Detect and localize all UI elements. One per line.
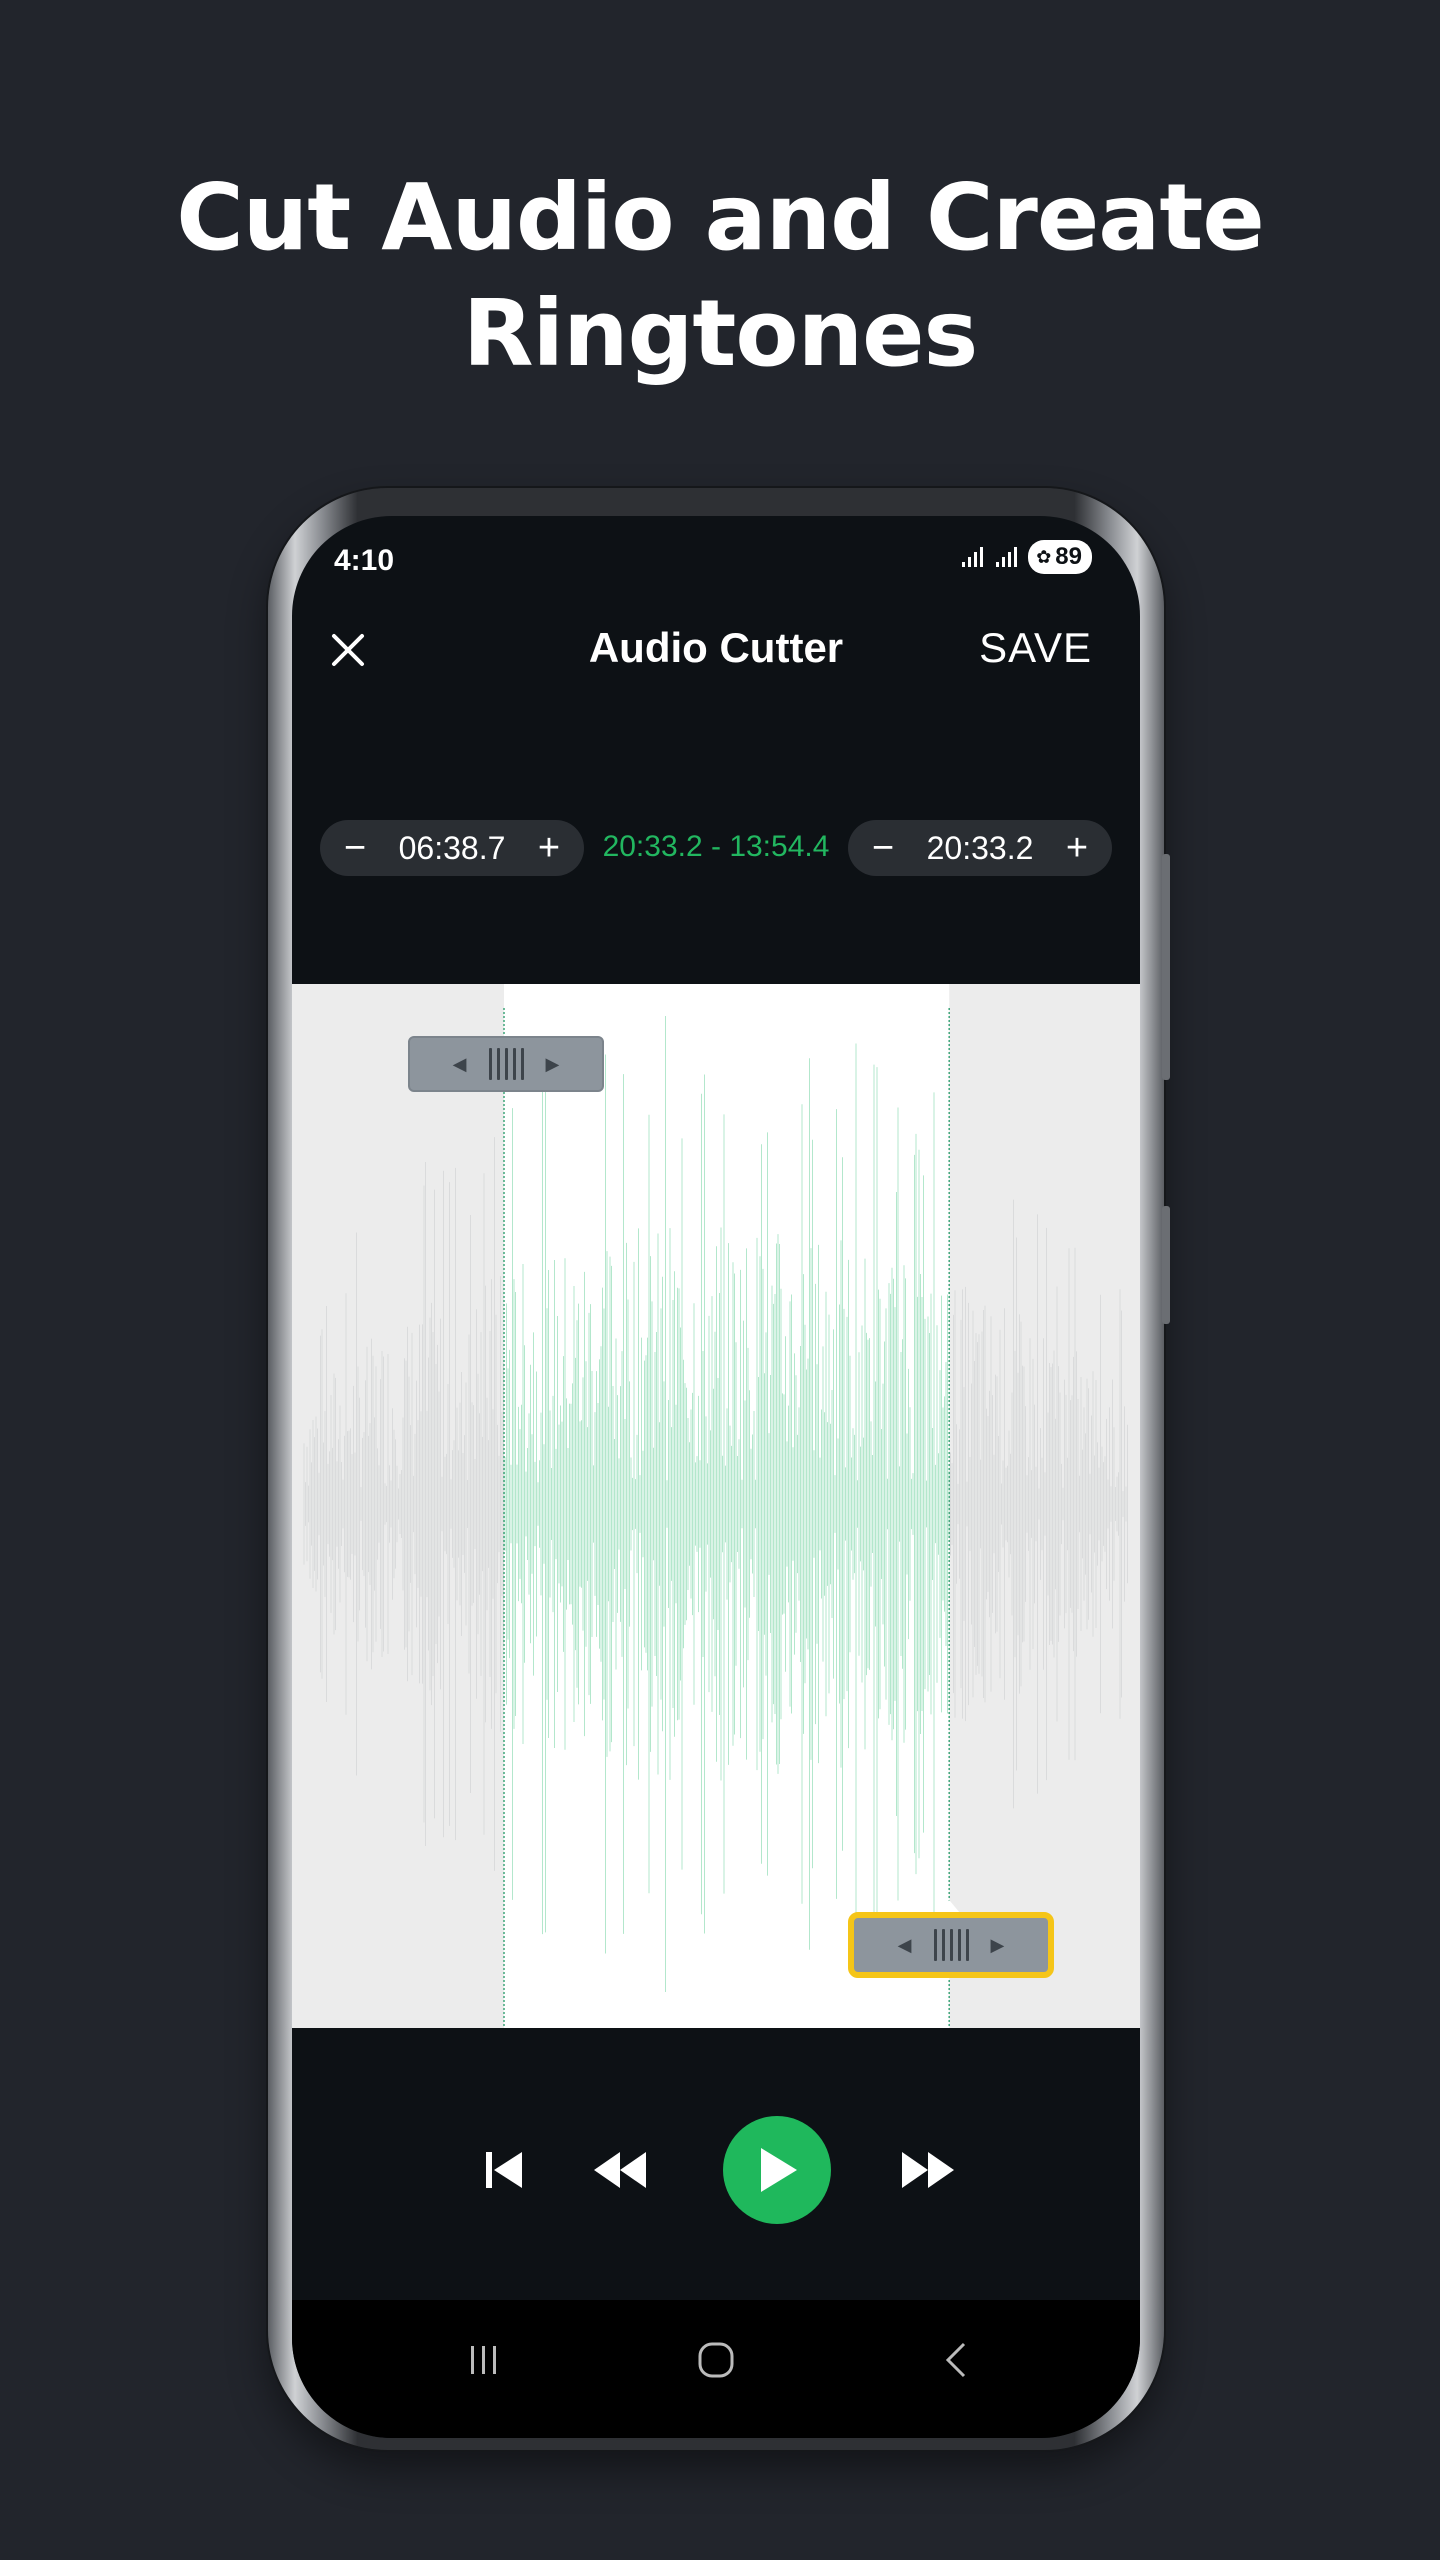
play-icon	[761, 2148, 797, 2192]
start-trim-handle[interactable]: ◀ ▶	[408, 1036, 604, 1092]
skip-to-start-icon	[486, 2152, 522, 2188]
battery-level: 89	[1055, 543, 1082, 570]
waveform	[292, 984, 1140, 2028]
chevron-right-icon: ▶	[545, 1053, 560, 1074]
grip-icon	[933, 1929, 969, 1961]
grip-icon	[488, 1048, 524, 1080]
headline: Cut Audio and Create Ringtones	[0, 160, 1440, 392]
fast-forward-button[interactable]	[896, 2142, 960, 2198]
recent-apps-icon	[471, 2346, 496, 2374]
start-time-control: − 06:38.7 +	[320, 820, 584, 876]
end-increment-button[interactable]: +	[1062, 829, 1092, 867]
playback-controls	[292, 2116, 1140, 2226]
end-time-control: − 20:33.2 +	[848, 820, 1112, 876]
end-trim-handle[interactable]: ◀ ▶	[848, 1912, 1054, 1978]
status-icons: ✿ 89	[960, 540, 1092, 574]
start-time-value[interactable]: 06:38.7	[399, 830, 506, 867]
signal-icon	[996, 547, 1018, 567]
system-navigation-bar	[292, 2300, 1140, 2438]
home-button[interactable]	[686, 2330, 746, 2390]
chevron-left-icon: ◀	[897, 1934, 912, 1955]
end-time-value[interactable]: 20:33.2	[927, 830, 1034, 867]
volume-button	[1162, 854, 1170, 1080]
rewind-icon	[594, 2152, 646, 2188]
end-decrement-button[interactable]: −	[868, 829, 898, 867]
waveform-editor[interactable]: ◀ ▶ ◀ ▶	[292, 984, 1140, 2028]
recent-apps-button[interactable]	[454, 2330, 514, 2390]
skip-to-start-button[interactable]	[476, 2142, 532, 2198]
chevron-left-icon: ◀	[452, 1053, 467, 1074]
home-icon	[698, 2342, 734, 2378]
selection-range: 20:33.2 - 13:54.4	[602, 830, 830, 863]
headline-line-1: Cut Audio and Create	[176, 164, 1265, 271]
back-button[interactable]	[926, 2330, 986, 2390]
save-button[interactable]: SAVE	[979, 624, 1092, 672]
status-time: 4:10	[334, 544, 395, 577]
start-decrement-button[interactable]: −	[340, 829, 370, 867]
chevron-right-icon: ▶	[990, 1934, 1005, 1955]
headline-line-2: Ringtones	[462, 280, 979, 387]
back-icon	[945, 2342, 966, 2378]
phone-screen: 4:10 ✿ 89 Audio Cutter SAVE − 06:38.7 + …	[292, 516, 1140, 2438]
play-button[interactable]	[723, 2116, 831, 2224]
rewind-button[interactable]	[588, 2142, 652, 2198]
fast-forward-icon	[902, 2152, 954, 2188]
signal-icon	[962, 547, 984, 567]
battery-saver-icon: ✿	[1036, 546, 1052, 567]
power-button	[1162, 1206, 1170, 1324]
battery-indicator: ✿ 89	[1028, 540, 1092, 574]
